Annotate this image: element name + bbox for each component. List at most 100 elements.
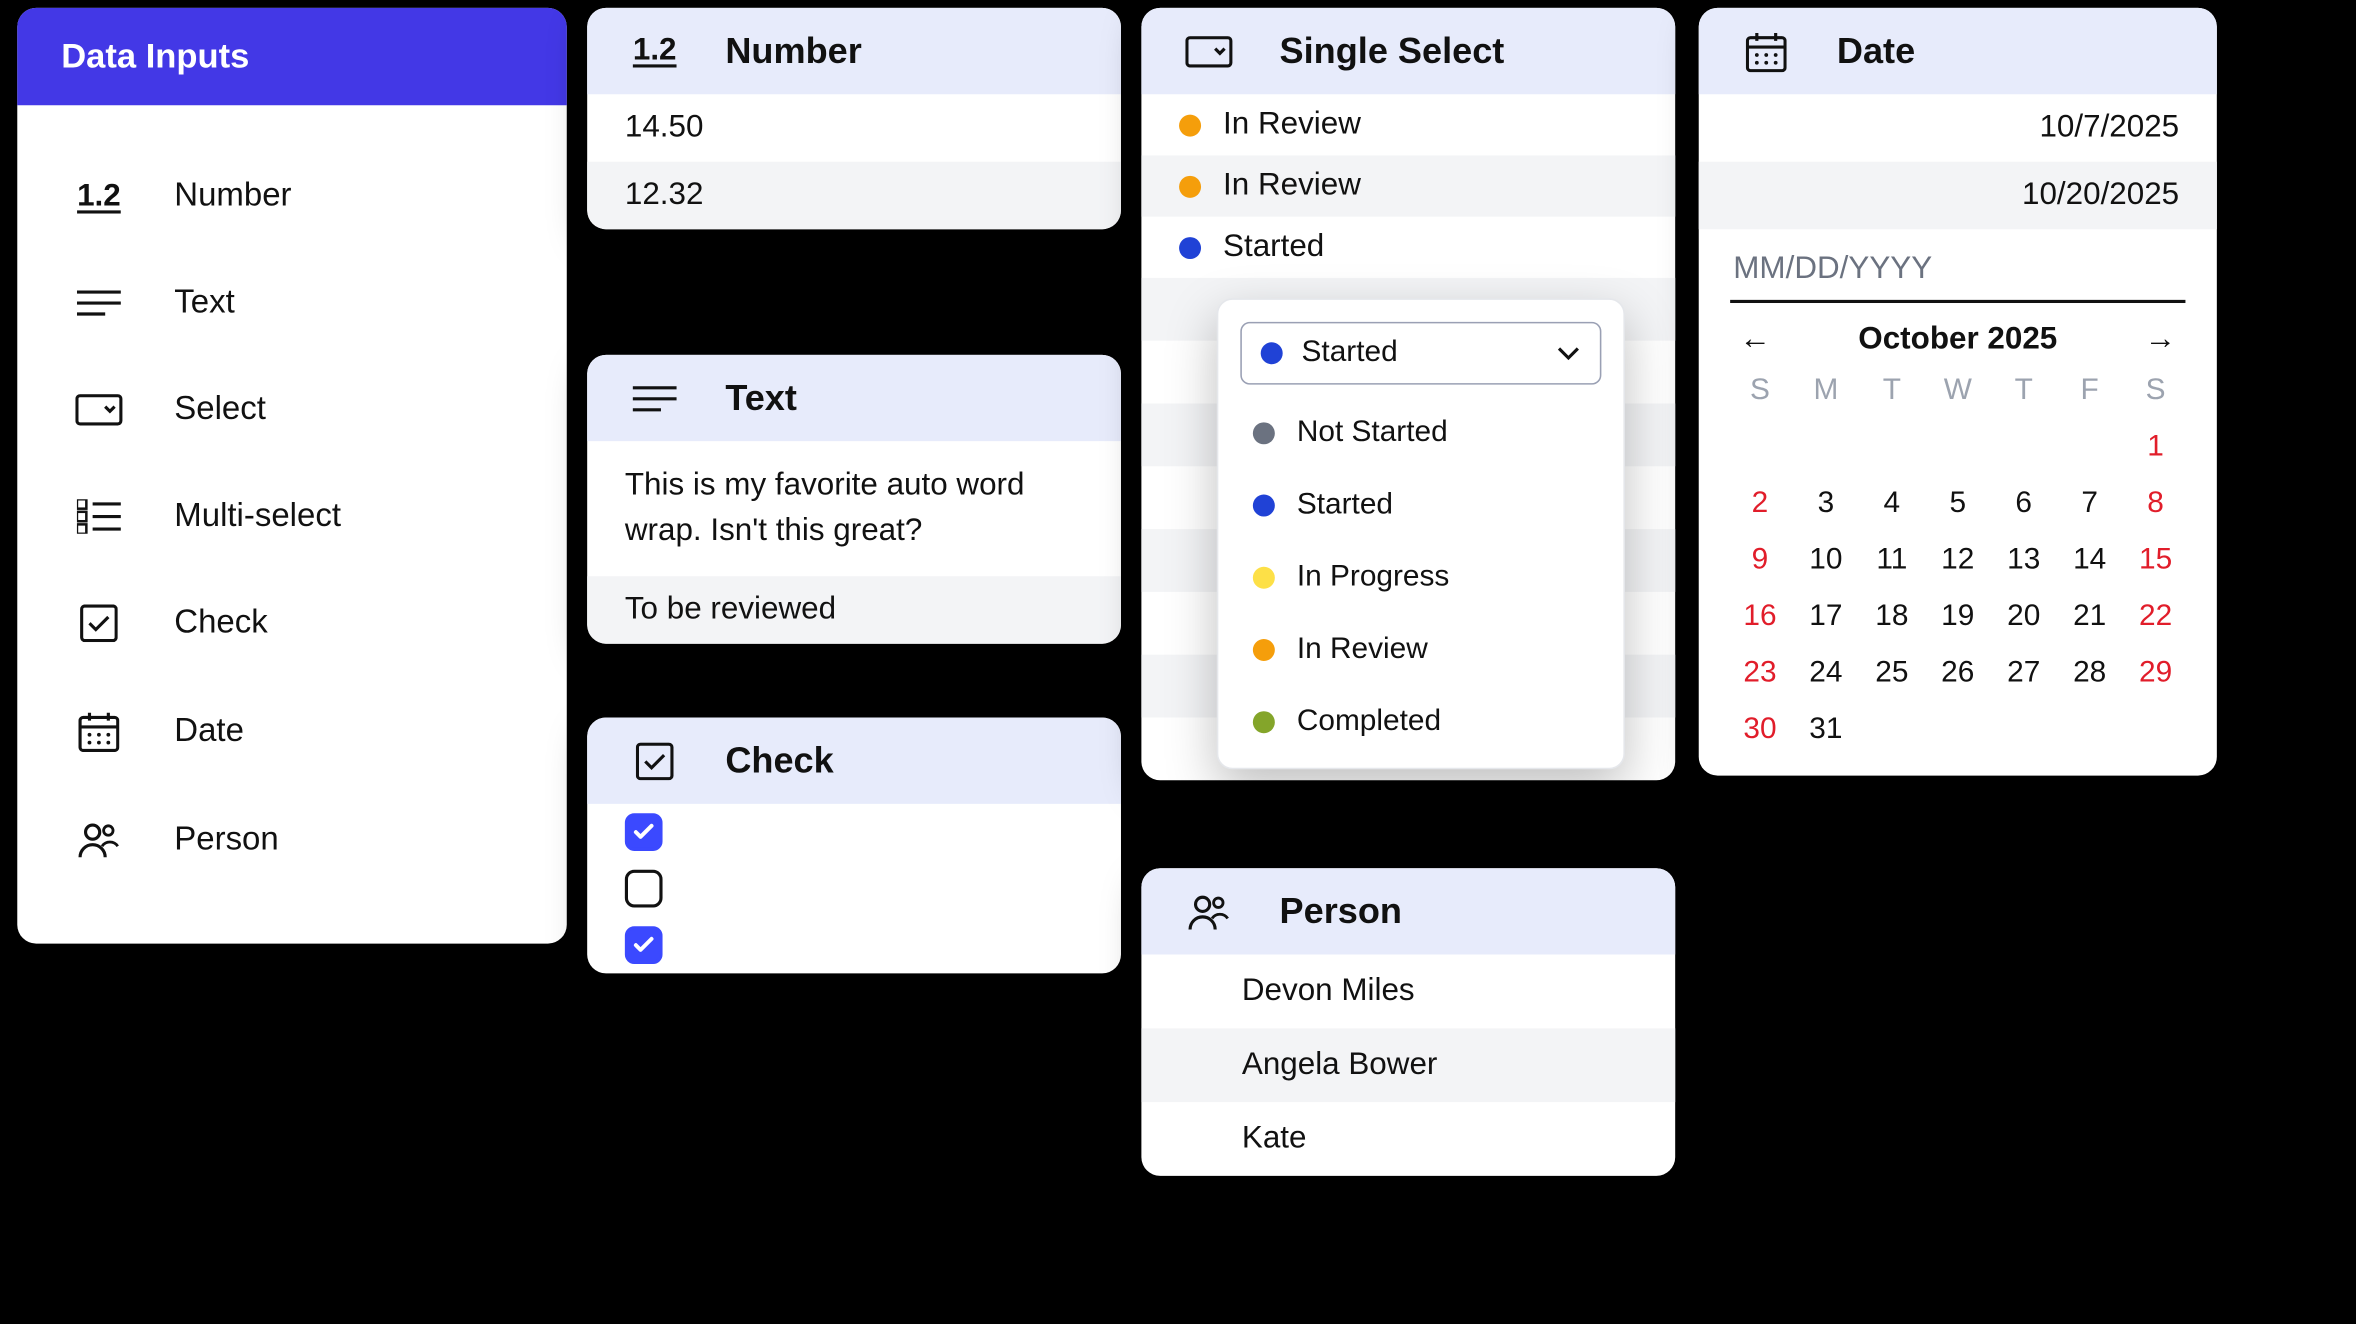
calendar-day[interactable]: 27 [1991,656,2057,691]
calendar-day[interactable]: 6 [1991,487,2057,522]
number-row[interactable]: 14.50 [587,94,1121,162]
dropdown-option[interactable]: Completed [1218,686,1623,758]
calendar-day[interactable]: 7 [2057,487,2123,522]
person-row[interactable]: Devon Miles [1141,955,1675,1029]
person-row[interactable]: Angela Bower [1141,1028,1675,1102]
sidebar-item-person[interactable]: Person [17,787,567,894]
select-icon [1182,35,1235,66]
calendar-day[interactable]: 3 [1793,487,1859,522]
date-input[interactable]: MM/DD/YYYY [1730,245,2185,303]
check-panel-title: Check [725,739,833,781]
select-panel-header: Single Select [1141,8,1675,94]
multiselect-icon [74,499,124,534]
text-row[interactable]: This is my favorite auto word wrap. Isn'… [587,441,1121,576]
check-icon [74,604,124,642]
check-row[interactable] [587,804,1121,861]
calendar-day[interactable]: 29 [2123,656,2189,691]
dropdown-option[interactable]: Started [1218,469,1623,541]
calendar-day[interactable]: 12 [1925,543,1991,578]
dropdown-option-label: In Progress [1297,560,1450,595]
calendar-empty [1727,430,1793,465]
text-icon [74,289,124,317]
status-dot [1253,639,1275,661]
dropdown-option[interactable]: In Review [1218,614,1623,686]
checkbox[interactable] [625,926,663,964]
calendar-day[interactable]: 22 [2123,600,2189,635]
calendar-empty [1991,713,2057,748]
sidebar-item-check[interactable]: Check [17,570,567,677]
check-row[interactable] [587,917,1121,974]
calendar-day[interactable]: 21 [2057,600,2123,635]
select-dropdown: Started Not Started Started In Progress In … [1217,298,1625,769]
sidebar-card: Data Inputs 1.2 Number Text Select [17,8,567,944]
calendar-empty [2057,713,2123,748]
calendar-month-label: October 2025 [1858,322,2057,358]
calendar-empty [1925,430,1991,465]
calendar-day[interactable]: 26 [1925,656,1991,691]
checkbox[interactable] [625,870,663,908]
sidebar-item-label: Number [174,177,291,215]
calendar-day[interactable]: 15 [2123,543,2189,578]
sidebar-item-number[interactable]: 1.2 Number [17,143,567,250]
calendar-day[interactable]: 13 [1991,543,2057,578]
checkbox[interactable] [625,813,663,851]
select-panel-title: Single Select [1280,30,1505,72]
dropdown-option[interactable]: In Progress [1218,542,1623,614]
sidebar-item-text[interactable]: Text [17,250,567,357]
sidebar-item-label: Select [174,391,266,429]
status-dot [1179,114,1201,136]
calendar-day[interactable]: 23 [1727,656,1793,691]
check-row[interactable] [587,860,1121,917]
calendar-grid: SMTWTFS123456789101112131415161718192021… [1699,374,2217,776]
sidebar-item-date[interactable]: Date [17,677,567,787]
next-month-button[interactable]: → [2145,322,2176,358]
sidebar-item-multiselect[interactable]: Multi-select [17,463,567,570]
person-row[interactable]: Kate [1141,1102,1675,1176]
calendar-day[interactable]: 24 [1793,656,1859,691]
calendar-day[interactable]: 31 [1793,713,1859,748]
status-dot [1253,711,1275,733]
prev-month-button[interactable]: ← [1740,322,1771,358]
calendar-dow: W [1925,374,1991,409]
sidebar-item-label: Person [174,821,278,859]
calendar-empty [1793,430,1859,465]
calendar-empty [1925,713,1991,748]
calendar-day[interactable]: 11 [1859,543,1925,578]
calendar-day[interactable]: 30 [1727,713,1793,748]
date-row[interactable]: 10/7/2025 [1699,94,2217,162]
calendar-day[interactable]: 5 [1925,487,1991,522]
calendar-day[interactable]: 19 [1925,600,1991,635]
dropdown-option-label: Completed [1297,705,1441,740]
calendar-day[interactable]: 25 [1859,656,1925,691]
calendar-day[interactable]: 1 [2123,430,2189,465]
sidebar-item-select[interactable]: Select [17,356,567,463]
calendar-day[interactable]: 16 [1727,600,1793,635]
date-row[interactable]: 10/20/2025 [1699,162,2217,230]
check-icon [628,742,681,780]
calendar-day[interactable]: 28 [2057,656,2123,691]
number-row[interactable]: 12.32 [587,162,1121,230]
calendar-day[interactable]: 20 [1991,600,2057,635]
calendar-icon [74,711,124,752]
text-row[interactable]: To be reviewed [587,576,1121,644]
select-icon [74,394,124,425]
number-panel-title: Number [725,30,861,72]
calendar-day[interactable]: 2 [1727,487,1793,522]
calendar-day[interactable]: 17 [1793,600,1859,635]
select-row-label: Started [1223,229,1324,265]
dropdown-option[interactable]: Not Started [1218,397,1623,469]
select-row[interactable]: In Review [1141,94,1675,155]
calendar-day[interactable]: 4 [1859,487,1925,522]
calendar-empty [1859,713,1925,748]
calendar-day[interactable]: 9 [1727,543,1793,578]
dropdown-option-label: Started [1297,488,1393,523]
chevron-down-icon [1556,345,1581,361]
calendar-day[interactable]: 10 [1793,543,1859,578]
calendar-day[interactable]: 14 [2057,543,2123,578]
calendar-day[interactable]: 18 [1859,600,1925,635]
select-row[interactable]: Started [1141,217,1675,278]
select-row[interactable]: In Review [1141,155,1675,216]
calendar-day[interactable]: 8 [2123,487,2189,522]
sidebar-item-label: Check [174,604,267,642]
dropdown-selected[interactable]: Started [1240,322,1601,385]
